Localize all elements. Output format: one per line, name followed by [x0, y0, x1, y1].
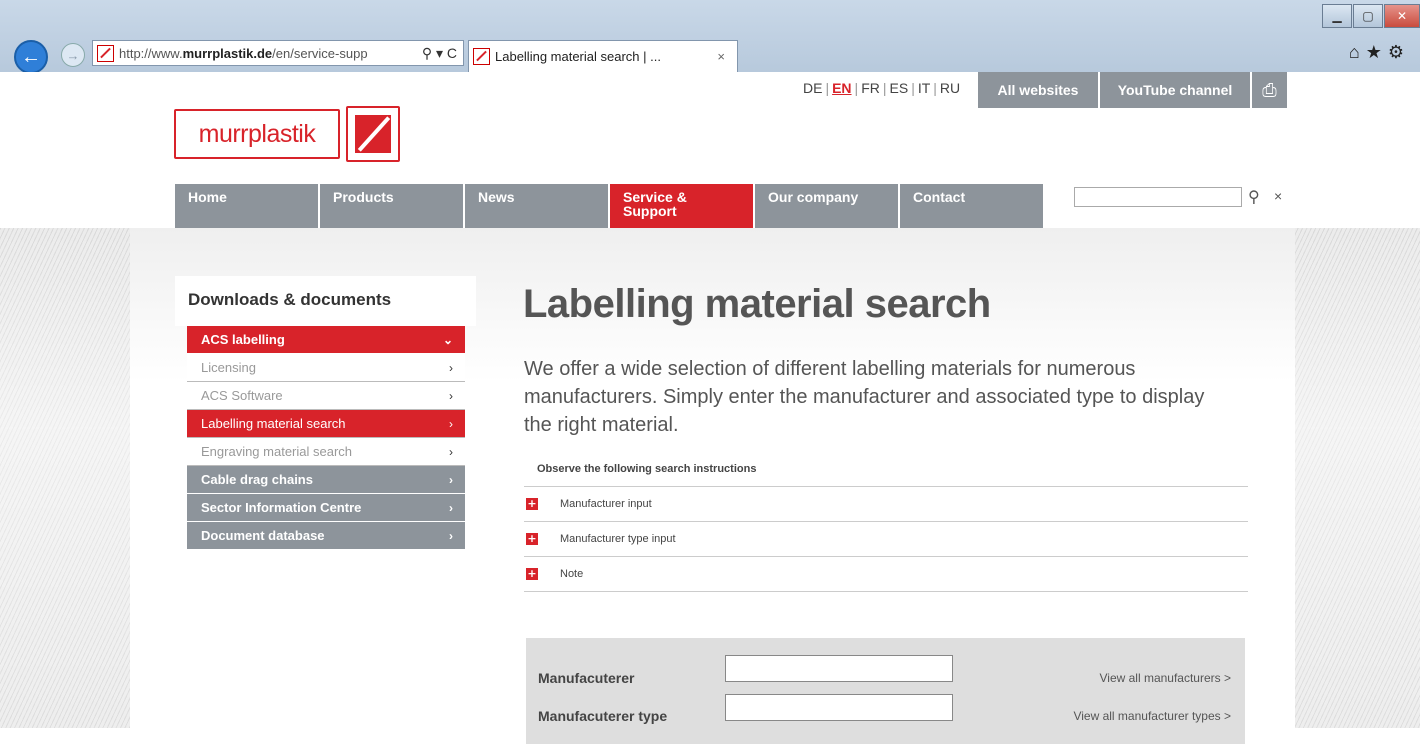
manufacturer-input[interactable] [725, 655, 953, 682]
tab-close-icon[interactable]: × [717, 49, 725, 64]
accordion-note[interactable]: + Note [524, 556, 1248, 591]
page-title: Labelling material search [523, 282, 991, 326]
plus-icon: + [526, 532, 538, 545]
accordion-label: Manufacturer type input [560, 533, 676, 545]
page-content: DE | EN | FR | ES | IT | RU All websites YouTube c… [130, 72, 1295, 744]
site-search-input[interactable] [1074, 187, 1242, 207]
chevron-right-icon: › [449, 388, 453, 403]
chevron-right-icon: › [449, 416, 453, 431]
intro-text: We offer a wide selection of different l… [524, 358, 1205, 436]
browser-chrome: ▁ ▢ ✕ ← → http://www.murrplastik.de/en/s… [0, 0, 1420, 74]
view-all-manufacturer-types-link[interactable]: View all manufacturer types > [1073, 709, 1231, 723]
accordion-manufacturer-type-input[interactable]: + Manufacturer type input [524, 521, 1248, 556]
chevron-right-icon: › [449, 472, 453, 487]
language-selector: DE | EN | FR | ES | IT | RU [800, 80, 963, 96]
sidebar-item-engraving-material-search[interactable]: Engraving material search › [187, 438, 465, 466]
main-navigation: Home Products News Service & Support Our… [175, 184, 1045, 228]
nav-news[interactable]: News [465, 184, 608, 228]
accordion-manufacturer-input[interactable]: + Manufacturer input [524, 486, 1248, 521]
sidebar-item-label: ACS Software [201, 388, 283, 403]
lang-it[interactable]: IT [915, 80, 933, 96]
chevron-down-icon: ⌄ [442, 332, 453, 347]
sidebar-item-label: ACS labelling [201, 332, 285, 347]
address-url: http://www.murrplastik.de/en/service-sup… [119, 45, 368, 61]
address-search-refresh-icons[interactable]: ⚲ ▾ C [416, 45, 463, 62]
nav-contact[interactable]: Contact [900, 184, 1043, 228]
web-page: DE | EN | FR | ES | IT | RU All websites YouTube c… [0, 72, 1420, 744]
chevron-right-icon: › [449, 444, 453, 459]
material-search-form: Manufacuterer View all manufacturers > M… [526, 638, 1245, 744]
plus-icon: + [526, 497, 538, 510]
maximize-icon[interactable]: ▢ [1353, 4, 1383, 28]
lang-ru[interactable]: RU [937, 80, 963, 96]
accordion-divider [524, 591, 1248, 592]
close-window-icon[interactable]: ✕ [1384, 4, 1420, 28]
sidebar-item-label: Labelling material search [201, 416, 346, 431]
all-websites-button[interactable]: All websites [978, 72, 1098, 108]
manufacturer-label: Manufacuterer [538, 670, 635, 686]
lang-en[interactable]: EN [829, 80, 854, 96]
site-favicon-icon [97, 44, 114, 62]
forward-arrow-icon[interactable]: → [61, 43, 85, 67]
lang-es[interactable]: ES [887, 80, 912, 96]
chevron-right-icon: › [449, 500, 453, 515]
plus-icon: + [526, 567, 538, 580]
nav-service-support[interactable]: Service & Support [610, 184, 753, 228]
address-bar[interactable]: http://www.murrplastik.de/en/service-sup… [92, 40, 464, 66]
accordion-label: Manufacturer input [560, 498, 652, 510]
lang-de[interactable]: DE [800, 80, 825, 96]
logo-wordmark: murrplastik [174, 109, 340, 159]
sidebar-item-label: Engraving material search [201, 444, 353, 459]
view-all-manufacturers-link[interactable]: View all manufacturers > [1099, 671, 1231, 685]
murrplastik-logo[interactable]: murrplastik [174, 106, 400, 162]
youtube-channel-button[interactable]: YouTube channel [1100, 72, 1250, 108]
back-arrow-icon[interactable]: ← [14, 40, 48, 74]
nav-home[interactable]: Home [175, 184, 318, 228]
logo-mark-icon [346, 106, 400, 162]
home-favorites-settings-icons[interactable]: ⌂★⚙ [1349, 42, 1410, 63]
search-icon[interactable]: ⚲ [1248, 187, 1260, 207]
instructions-heading: Observe the following search instruction… [537, 463, 757, 475]
sidebar-title: Downloads & documents [175, 276, 476, 326]
sidebar-item-label: Cable drag chains [201, 472, 313, 487]
manufacturer-type-input[interactable] [725, 694, 953, 721]
sidebar-item-sector-information-centre[interactable]: Sector Information Centre › [187, 494, 465, 522]
sidebar-item-cable-drag-chains[interactable]: Cable drag chains › [187, 466, 465, 494]
nav-products[interactable]: Products [320, 184, 463, 228]
manufacturer-type-label: Manufacuterer type [538, 708, 668, 724]
sidebar-item-document-database[interactable]: Document database › [187, 522, 465, 550]
sidebar-item-labelling-material-search[interactable]: Labelling material search › [187, 410, 465, 438]
clear-search-icon[interactable]: × [1274, 188, 1282, 204]
tab-favicon-icon [473, 48, 490, 65]
sidebar-item-label: Licensing [201, 360, 256, 375]
sidebar-item-label: Sector Information Centre [201, 500, 362, 515]
nav-our-company[interactable]: Our company [755, 184, 898, 228]
sidebar-item-label: Document database [201, 528, 325, 543]
chevron-right-icon: › [449, 528, 453, 543]
chevron-right-icon: › [449, 360, 453, 375]
window-controls: ▁ ▢ ✕ [1321, 4, 1420, 30]
tab-title: Labelling material search | ... [495, 49, 661, 64]
sidebar-menu: ACS labelling ⌄ Licensing › ACS Software › … [187, 326, 465, 550]
sidebar-item-licensing[interactable]: Licensing › [187, 354, 465, 382]
print-icon[interactable]: ⎙ [1252, 72, 1287, 108]
sidebar-item-acs-software[interactable]: ACS Software › [187, 382, 465, 410]
accordion-label: Note [560, 568, 584, 580]
browser-tab[interactable]: Labelling material search | ... × [468, 40, 738, 72]
sidebar-item-acs-labelling[interactable]: ACS labelling ⌄ [187, 326, 465, 354]
lang-fr[interactable]: FR [858, 80, 883, 96]
minimize-icon[interactable]: ▁ [1322, 4, 1352, 28]
